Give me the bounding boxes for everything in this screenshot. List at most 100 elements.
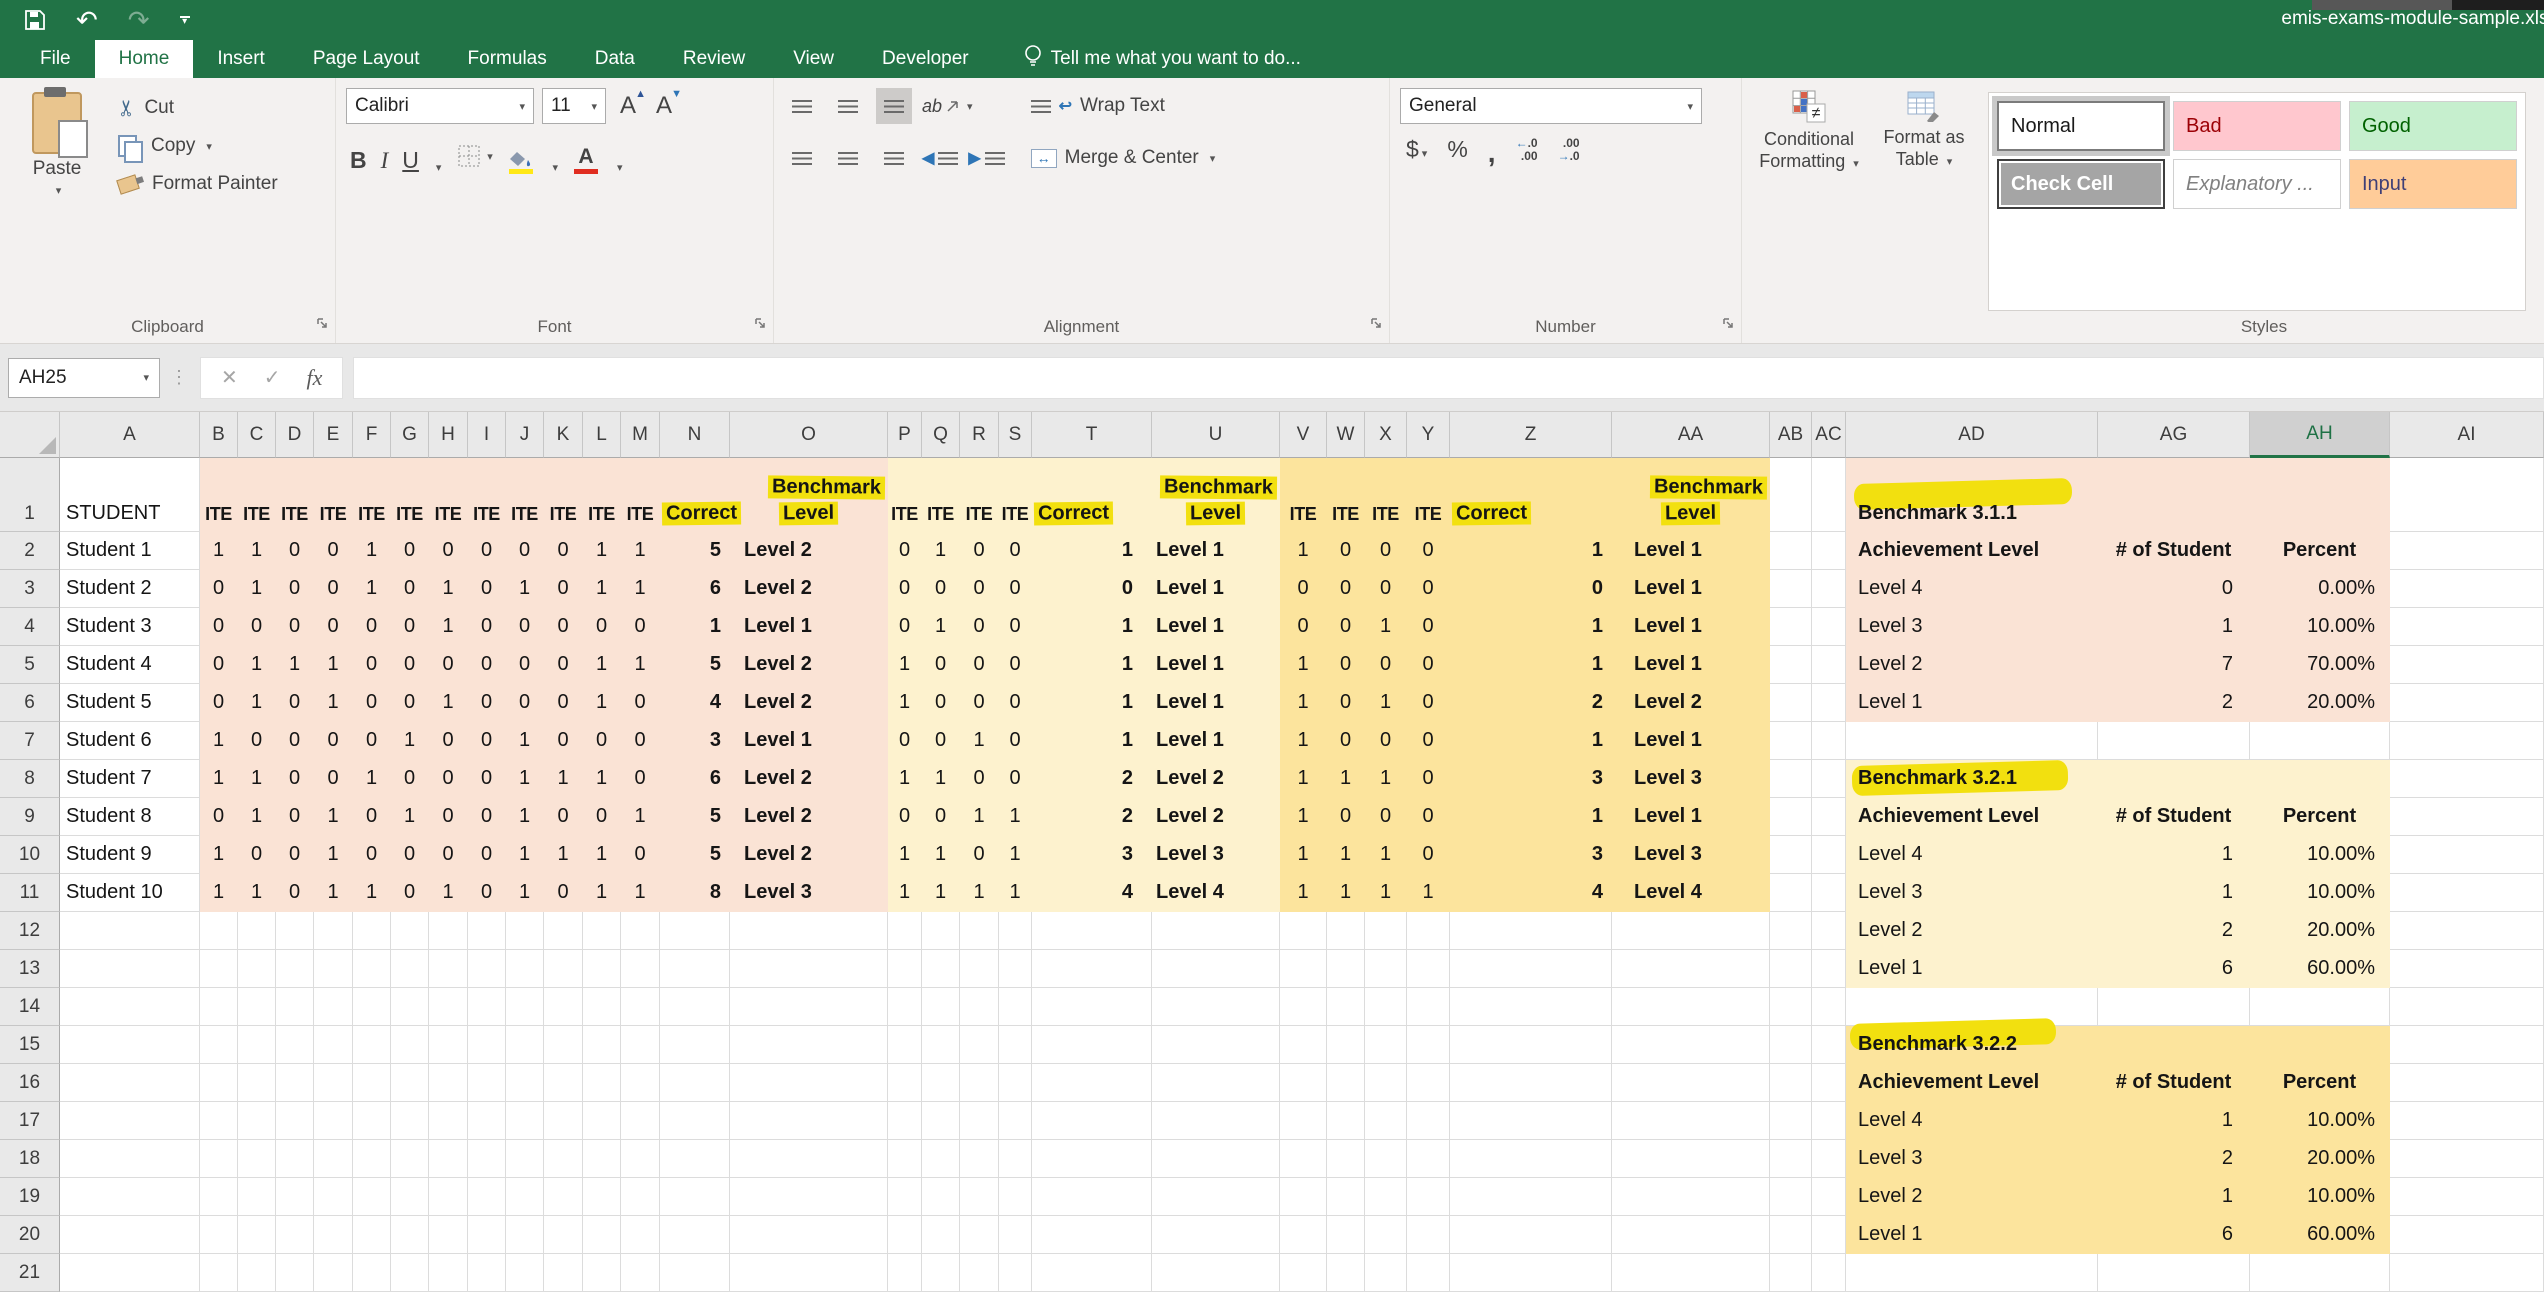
save-icon[interactable] <box>24 9 46 31</box>
cell-T17[interactable] <box>1032 1102 1152 1140</box>
cell-T4[interactable]: 1 <box>1032 608 1152 646</box>
cell-AI20[interactable] <box>2390 1216 2544 1254</box>
cell-Z4[interactable]: 1 <box>1450 608 1612 646</box>
cell-W8[interactable]: 1 <box>1327 760 1365 798</box>
cell-P21[interactable] <box>888 1254 922 1292</box>
row-header-11[interactable]: 11 <box>0 874 60 912</box>
cell-V14[interactable] <box>1280 988 1327 1026</box>
cell-K6[interactable]: 0 <box>544 684 583 722</box>
cell-AC14[interactable] <box>1812 988 1846 1026</box>
column-header-B[interactable]: B <box>200 412 238 458</box>
cell-AB3[interactable] <box>1770 570 1812 608</box>
cell-S3[interactable]: 0 <box>999 570 1032 608</box>
cell-AI8[interactable] <box>2390 760 2544 798</box>
cell-H8[interactable]: 0 <box>429 760 468 798</box>
cell-U13[interactable] <box>1152 950 1280 988</box>
cell-AG7[interactable] <box>2098 722 2250 760</box>
cell-AH2[interactable]: Percent <box>2250 532 2390 570</box>
cell-AA15[interactable] <box>1612 1026 1770 1064</box>
redo-icon[interactable]: ↷ <box>128 7 150 33</box>
cell-AB4[interactable] <box>1770 608 1812 646</box>
cell-C10[interactable]: 0 <box>238 836 276 874</box>
cell-R3[interactable]: 0 <box>960 570 999 608</box>
cell-D2[interactable]: 0 <box>276 532 314 570</box>
cell-S4[interactable]: 0 <box>999 608 1032 646</box>
cell-I14[interactable] <box>468 988 506 1026</box>
cell-E12[interactable] <box>314 912 353 950</box>
cell-P9[interactable]: 0 <box>888 798 922 836</box>
cell-AH6[interactable]: 20.00% <box>2250 684 2390 722</box>
cell-N20[interactable] <box>660 1216 730 1254</box>
cell-A21[interactable] <box>60 1254 200 1292</box>
cell-P15[interactable] <box>888 1026 922 1064</box>
cell-N2[interactable]: 5 <box>660 532 730 570</box>
cell-W4[interactable]: 0 <box>1327 608 1365 646</box>
cell-K11[interactable]: 0 <box>544 874 583 912</box>
cell-B19[interactable] <box>200 1178 238 1216</box>
cell-Q16[interactable] <box>922 1064 960 1102</box>
cell-AH3[interactable]: 0.00% <box>2250 570 2390 608</box>
cell-J18[interactable] <box>506 1140 544 1178</box>
column-header-AH[interactable]: AH <box>2250 412 2390 458</box>
cell-E14[interactable] <box>314 988 353 1026</box>
cell-AC16[interactable] <box>1812 1064 1846 1102</box>
cell-AA5[interactable]: Level 1 <box>1612 646 1770 684</box>
cell-AD21[interactable] <box>1846 1254 2098 1292</box>
cell-Z15[interactable] <box>1450 1026 1612 1064</box>
cell-M20[interactable] <box>621 1216 660 1254</box>
cell-V21[interactable] <box>1280 1254 1327 1292</box>
cell-AG6[interactable]: 2 <box>2098 684 2250 722</box>
cell-E20[interactable] <box>314 1216 353 1254</box>
cell-A1[interactable]: STUDENT <box>60 458 200 532</box>
cell-W11[interactable]: 1 <box>1327 874 1365 912</box>
cell-G7[interactable]: 1 <box>391 722 429 760</box>
row-header-7[interactable]: 7 <box>0 722 60 760</box>
cell-Q14[interactable] <box>922 988 960 1026</box>
cell-X16[interactable] <box>1365 1064 1407 1102</box>
cell-V4[interactable]: 0 <box>1280 608 1327 646</box>
format-painter-button[interactable]: Format Painter <box>118 168 278 200</box>
cell-I18[interactable] <box>468 1140 506 1178</box>
decrease-font-icon[interactable]: A▼ <box>650 92 678 120</box>
cell-F3[interactable]: 1 <box>353 570 391 608</box>
cell-AB20[interactable] <box>1770 1216 1812 1254</box>
cut-button[interactable]: ✂Cut <box>118 92 278 124</box>
cancel-icon[interactable]: ✕ <box>221 365 238 390</box>
cell-N1[interactable]: Correct <box>660 458 730 532</box>
cell-A3[interactable]: Student 2 <box>60 570 200 608</box>
cell-K3[interactable]: 0 <box>544 570 583 608</box>
cell-B2[interactable]: 1 <box>200 532 238 570</box>
cell-R1[interactable]: ITE <box>960 458 999 532</box>
cell-Y8[interactable]: 0 <box>1407 760 1450 798</box>
cell-R13[interactable] <box>960 950 999 988</box>
cell-E17[interactable] <box>314 1102 353 1140</box>
cell-AC17[interactable] <box>1812 1102 1846 1140</box>
cell-Z10[interactable]: 3 <box>1450 836 1612 874</box>
cell-AG5[interactable]: 7 <box>2098 646 2250 684</box>
cell-E6[interactable]: 1 <box>314 684 353 722</box>
cell-K8[interactable]: 1 <box>544 760 583 798</box>
percent-button[interactable]: % <box>1447 136 1467 163</box>
cell-AI19[interactable] <box>2390 1178 2544 1216</box>
style-normal[interactable]: Normal <box>1997 101 2165 151</box>
cell-S16[interactable] <box>999 1064 1032 1102</box>
cell-R16[interactable] <box>960 1064 999 1102</box>
cell-M17[interactable] <box>621 1102 660 1140</box>
cell-A11[interactable]: Student 10 <box>60 874 200 912</box>
cell-AG19[interactable]: 1 <box>2098 1178 2250 1216</box>
cell-AG15[interactable] <box>2098 1026 2250 1064</box>
cell-O17[interactable] <box>730 1102 888 1140</box>
cell-Q19[interactable] <box>922 1178 960 1216</box>
wrap-text-button[interactable]: ↩ Wrap Text <box>1031 88 1216 124</box>
cell-AG4[interactable]: 1 <box>2098 608 2250 646</box>
cell-AI5[interactable] <box>2390 646 2544 684</box>
cell-B1[interactable]: ITE <box>200 458 238 532</box>
cell-X8[interactable]: 1 <box>1365 760 1407 798</box>
cell-AH1[interactable] <box>2250 458 2390 532</box>
cell-O7[interactable]: Level 1 <box>730 722 888 760</box>
row-header-17[interactable]: 17 <box>0 1102 60 1140</box>
cell-A6[interactable]: Student 5 <box>60 684 200 722</box>
cell-AI16[interactable] <box>2390 1064 2544 1102</box>
cell-I1[interactable]: ITE <box>468 458 506 532</box>
cell-S15[interactable] <box>999 1026 1032 1064</box>
